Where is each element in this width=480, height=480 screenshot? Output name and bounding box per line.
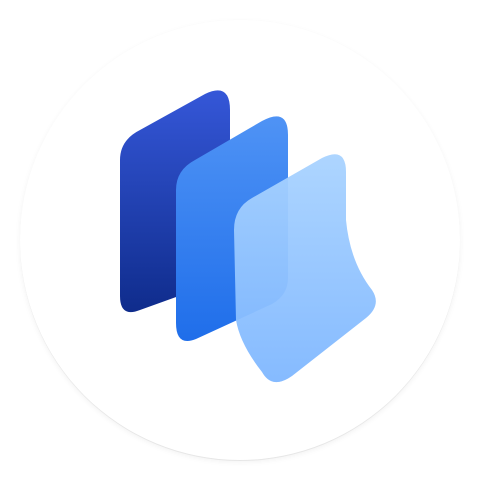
layered-pages-icon bbox=[120, 90, 376, 383]
app-icon bbox=[0, 0, 480, 480]
